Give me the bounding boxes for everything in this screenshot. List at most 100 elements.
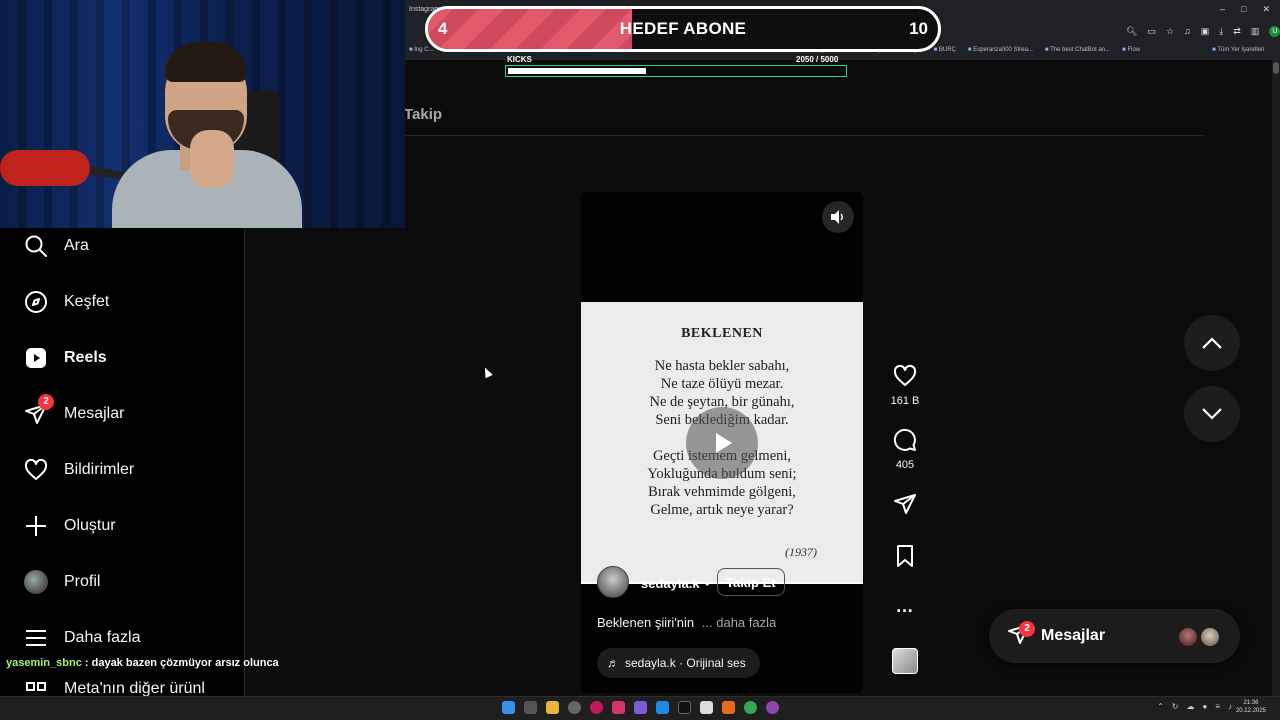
app-icon[interactable] [700, 701, 713, 714]
maximize-icon[interactable]: □ [1241, 4, 1246, 15]
network-icon[interactable]: ↻ [1172, 702, 1179, 711]
caption-more-link[interactable]: ... daha fazla [702, 615, 776, 630]
send-icon: 2 [24, 394, 54, 426]
bookmark[interactable]: The best ChatBot an... [1045, 47, 1110, 53]
reels-icon [24, 346, 48, 370]
more-options-button[interactable]: … [885, 596, 925, 617]
sidebar-item-reels[interactable]: Reels [24, 344, 107, 372]
sidepanel-icon[interactable]: ▥ [1251, 26, 1260, 37]
messenger-icon[interactable] [634, 701, 647, 714]
task-view-icon[interactable] [524, 701, 537, 714]
app-icon[interactable] [722, 701, 735, 714]
share-button[interactable] [885, 492, 925, 521]
webcam-overlay [0, 0, 405, 228]
scrollbar-thumb[interactable] [1273, 62, 1279, 74]
page-scrollbar[interactable] [1272, 60, 1280, 696]
poem-line: Bırak vehmimde gölgeni, [648, 484, 796, 500]
kicks-progress-fill [508, 68, 646, 74]
minimize-icon[interactable]: – [1220, 4, 1225, 15]
mic-icon[interactable]: ● [1202, 702, 1207, 711]
sidebar-item-label: Profil [64, 573, 101, 590]
taskbar-clock[interactable]: 21:36 20.12.2025 [1236, 699, 1266, 715]
volume-icon[interactable]: ♪ [1228, 702, 1232, 711]
goal-target: 10 [909, 19, 928, 38]
compass-icon [24, 290, 48, 314]
bookmark[interactable]: BURÇ [934, 47, 956, 53]
sidebar-item-label: Mesajlar [64, 405, 125, 422]
close-icon[interactable]: ✕ [1262, 4, 1270, 15]
translate-icon[interactable]: ⇄ [1233, 26, 1241, 37]
audio-pill[interactable]: ♬ sedayla.k · Orijinal ses [597, 648, 760, 678]
sidebar-item-create[interactable]: Oluştur [24, 512, 116, 540]
comment-count: 405 [895, 459, 915, 471]
audio-label: sedayla.k · Orijinal ses [625, 656, 746, 670]
kicks-count: 2050 / 5000 [796, 55, 839, 64]
start-icon[interactable] [502, 701, 515, 714]
sidebar-item-messages[interactable]: 2 Mesajlar [24, 394, 125, 428]
sound-icon[interactable]: ♫ [1184, 26, 1191, 37]
divider [404, 135, 1204, 136]
author-name[interactable]: sedayla.k [641, 576, 700, 591]
cast-icon[interactable]: ▭ [1147, 26, 1156, 37]
chat-text: : dayak bazen çözmüyor arsız olunca [84, 657, 279, 669]
download-icon[interactable]: ⤓ [1219, 26, 1223, 37]
cloud-icon[interactable]: ☁ [1186, 702, 1194, 711]
caption-text: Beklenen şiiri'nin [597, 615, 695, 630]
sidebar-item-search[interactable]: Ara [24, 232, 89, 260]
like-button[interactable]: 161 B [885, 364, 925, 407]
search-icon [24, 234, 48, 258]
tab-following[interactable]: Takip [404, 106, 442, 123]
audio-thumbnail[interactable] [892, 648, 918, 674]
sidebar-item-profile[interactable]: Profil [24, 568, 100, 596]
sidebar-item-label: Reels [64, 349, 107, 366]
wifi-icon[interactable]: ≡ [1215, 702, 1220, 711]
sidebar-item-notifications[interactable]: Bildirimler [24, 456, 134, 484]
music-note-icon: ♬ [607, 656, 619, 670]
sidebar-item-meta[interactable]: Meta'nın diğer ürünl [24, 680, 205, 696]
sidebar-item-more[interactable]: Daha fazla [24, 624, 141, 652]
poem-line: Gelme, artık neye yarar? [650, 502, 794, 518]
author-avatar[interactable] [597, 566, 629, 598]
opera-icon[interactable] [590, 701, 603, 714]
instagram-icon[interactable] [612, 701, 625, 714]
zoom-icon[interactable]: 🔍︎ [1126, 26, 1137, 37]
file-explorer-icon[interactable] [546, 701, 559, 714]
chrome-icon[interactable] [744, 701, 757, 714]
photoshop-icon[interactable] [656, 701, 669, 714]
browser-toolbar: 🔍︎ ▭ ☆ ♫ ▣ ⤓ ⇄ ▥ U ⋮ [1126, 26, 1280, 37]
bookmark[interactable]: Tüm Yer İşaretleri [1212, 47, 1264, 53]
plus-icon [24, 514, 48, 538]
kicks-label: KICKS [507, 55, 532, 64]
heart-icon [893, 364, 917, 386]
send-icon [894, 494, 916, 514]
play-icon [716, 433, 732, 453]
avatar [24, 570, 48, 594]
reel-video[interactable]: BEKLENEN Ne hasta bekler sabahı, Ne taze… [581, 192, 863, 693]
profile-avatar[interactable]: U [1269, 26, 1280, 37]
chevron-up-icon[interactable]: ⌃ [1157, 702, 1164, 711]
follow-button[interactable]: Takip Et [717, 568, 785, 596]
previous-reel-button[interactable] [1184, 315, 1240, 371]
bookmark[interactable]: Flow [1122, 47, 1140, 53]
mute-button[interactable] [822, 201, 854, 233]
play-button[interactable] [686, 407, 758, 479]
more-icon: … [895, 596, 915, 616]
poem-year: (1937) [785, 545, 817, 559]
save-button[interactable] [885, 544, 925, 573]
bookmark[interactable]: Esperanza000 Strea... [968, 47, 1033, 53]
speaker-icon [831, 210, 843, 224]
tiktok-icon[interactable] [678, 701, 691, 714]
settings-icon[interactable] [568, 701, 581, 714]
comment-button[interactable]: 405 [885, 428, 925, 471]
star-icon[interactable]: ☆ [1166, 26, 1174, 37]
subscriber-goal-bar: 4 HEDEF ABONE 10 [425, 6, 941, 52]
app-icon[interactable] [766, 701, 779, 714]
menu-icon [24, 626, 48, 650]
sidebar-item-explore[interactable]: Keşfet [24, 288, 109, 316]
comment-icon [893, 428, 916, 451]
conversation-avatar [1177, 626, 1199, 648]
streamer-hair [165, 42, 247, 82]
clock-date: 20.12.2025 [1235, 708, 1266, 714]
extension-icon[interactable]: ▣ [1201, 26, 1210, 37]
next-reel-button[interactable] [1184, 386, 1240, 442]
